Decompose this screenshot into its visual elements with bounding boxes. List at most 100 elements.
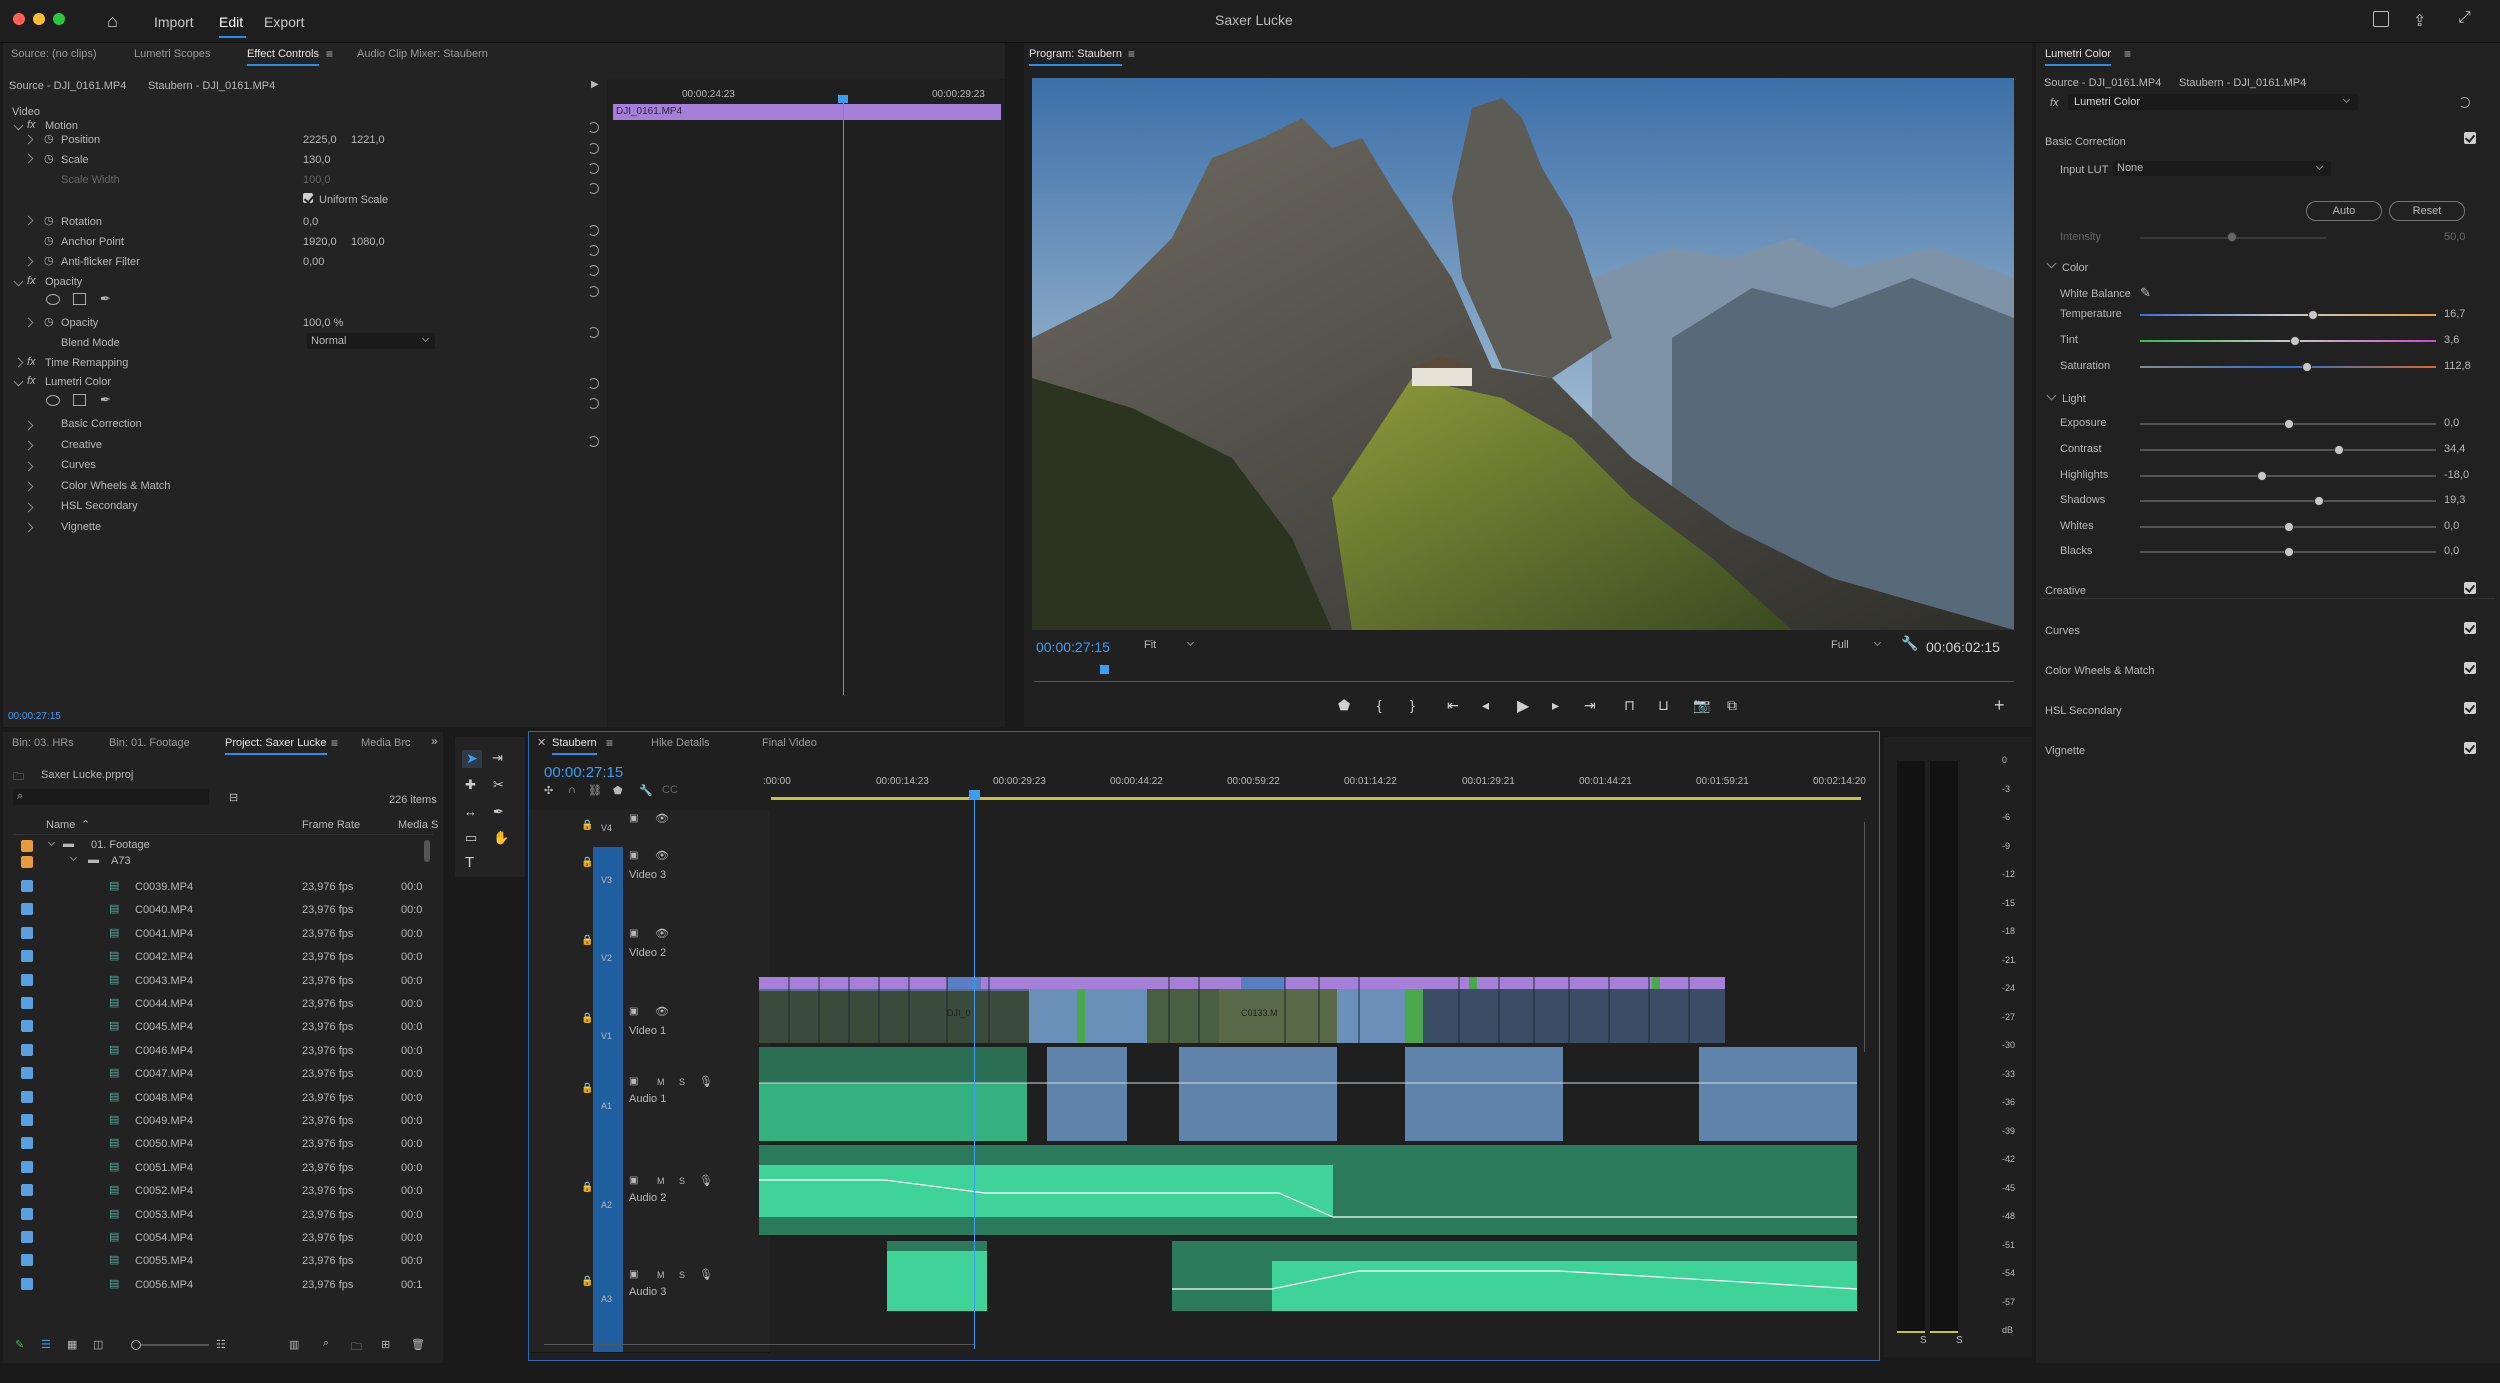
chevron-down-icon[interactable] [13, 376, 24, 387]
chevron-right-icon[interactable] [23, 522, 34, 533]
mute-button[interactable]: M [657, 1176, 665, 1186]
zoom-slider-knob[interactable] [131, 1340, 141, 1350]
ec-playhead[interactable] [843, 99, 844, 695]
chevron-right-icon[interactable] [23, 256, 34, 267]
track-header-a2[interactable]: 🔒 A2 ▣ M S 🎙 Audio 2 [529, 1172, 770, 1267]
close-window-button[interactable] [13, 13, 25, 25]
timeline-h-scroll[interactable] [544, 1344, 974, 1345]
list-item[interactable]: ▤ C0054.MP4 23,976 fps 00:0 [13, 1230, 433, 1248]
track-header-a3[interactable]: 🔒 A3 ▣ M S 🎙 Audio 3 [529, 1266, 770, 1353]
chevron-right-icon[interactable] [23, 481, 34, 492]
list-item[interactable]: ▤ C0053.MP4 23,976 fps 00:0 [13, 1207, 433, 1225]
list-item[interactable]: ▤ C0047.MP4 23,976 fps 00:0 [13, 1066, 433, 1084]
rectangle-mask-icon[interactable] [73, 293, 86, 305]
panel-menu-icon[interactable]: ≡ [1128, 47, 1135, 61]
slider-knob-temperature[interactable] [2307, 310, 2318, 320]
track-header-v3[interactable]: 🔒 V3 ▣ 👁 Video 3 [529, 847, 770, 926]
chevron-right-icon[interactable] [23, 215, 34, 226]
reset-icon[interactable] [588, 225, 599, 236]
export-frame-icon[interactable]: 📷 [1693, 697, 1710, 714]
slip-icon[interactable]: ↔ [464, 804, 477, 819]
eye-icon[interactable]: 👁 [655, 812, 669, 825]
list-item[interactable]: ▤ C0040.MP4 23,976 fps 00:0 [13, 902, 433, 920]
freeform-view-icon[interactable]: ◫ [93, 1338, 103, 1351]
solo-button[interactable]: S [679, 1077, 685, 1087]
reset-icon[interactable] [588, 436, 599, 447]
reset-icon[interactable] [588, 378, 599, 389]
mute-button[interactable]: M [657, 1077, 665, 1087]
slider-knob-saturation[interactable] [2301, 362, 2312, 372]
ec-position-x[interactable]: 2225,0 [303, 134, 337, 146]
ec-vignette[interactable]: Vignette [61, 521, 101, 533]
lumetri-hsl-secondary[interactable]: HSL Secondary [2045, 705, 2122, 717]
tab-lumetri-scopes[interactable]: Lumetri Scopes [134, 43, 210, 65]
track-target-v2[interactable] [593, 925, 623, 1003]
stopwatch-icon[interactable]: ◷ [44, 214, 54, 227]
list-item[interactable]: ▤ C0055.MP4 23,976 fps 00:0 [13, 1253, 433, 1271]
audio-track-icon[interactable]: ▣ [629, 1269, 638, 1280]
new-item-icon[interactable]: ⊞ [381, 1338, 390, 1351]
track-header-v2[interactable]: 🔒 V2 ▣ 👁 Video 2 [529, 925, 770, 1004]
reset-icon[interactable] [588, 286, 599, 297]
timeline-v-scroll[interactable] [1864, 822, 1865, 1052]
track-select-icon[interactable]: ⇥ [492, 750, 503, 766]
pen-tool-icon[interactable]: ✒ [493, 804, 504, 820]
slider-value-whites[interactable]: 0,0 [2444, 520, 2459, 532]
quick-export-icon[interactable] [2373, 11, 2389, 27]
extract-icon[interactable]: ⊔ [1658, 697, 1669, 714]
add-button-icon[interactable]: + [1994, 695, 2005, 716]
selection-tool-icon[interactable]: ➤ [462, 750, 482, 768]
project-scrollbar[interactable] [424, 840, 430, 862]
ec-anchor-y[interactable]: 1080,0 [351, 236, 385, 248]
lock-icon[interactable]: 🔒 [581, 1083, 593, 1094]
chevron-right-icon[interactable] [23, 153, 34, 164]
play-button-icon[interactable]: ▶ [1517, 696, 1529, 716]
slider-value-saturation[interactable]: 112,8 [2444, 360, 2471, 372]
ec-curves[interactable]: Curves [61, 459, 96, 471]
slider-knob-blacks[interactable] [2284, 547, 2294, 557]
list-item[interactable]: ▤ C0042.MP4 23,976 fps 00:0 [13, 949, 433, 967]
blend-mode-select[interactable]: Normal [307, 333, 435, 349]
tab-audio-clip-mixer[interactable]: Audio Clip Mixer: Staubern [357, 43, 488, 65]
solo-button[interactable]: S [679, 1176, 685, 1186]
chevron-right-icon[interactable] [23, 420, 34, 431]
ec-timecode[interactable]: 00:00:27:15 [8, 711, 61, 722]
list-item[interactable]: ▤ C0052.MP4 23,976 fps 00:0 [13, 1183, 433, 1201]
pen-mask-icon[interactable]: ✒ [100, 392, 111, 408]
type-tool-icon[interactable]: T [465, 854, 474, 871]
mark-out-icon[interactable]: } [1410, 697, 1415, 713]
razor-icon[interactable]: ✂ [493, 777, 504, 793]
list-item[interactable]: ▤ C0044.MP4 23,976 fps 00:0 [13, 996, 433, 1014]
zoom-slider[interactable] [131, 1344, 209, 1346]
list-item[interactable]: ▤ C0045.MP4 23,976 fps 00:0 [13, 1019, 433, 1037]
chevron-right-icon[interactable] [23, 317, 34, 328]
fullscreen-icon[interactable]: ⤢ [2458, 9, 2471, 27]
program-video-frame[interactable] [1032, 78, 2014, 630]
ec-basic-correction[interactable]: Basic Correction [61, 418, 142, 430]
tab-program[interactable]: Program: Staubern [1029, 43, 1122, 66]
curves-checkbox[interactable] [2464, 622, 2476, 634]
ec-motion[interactable]: Motion [45, 120, 78, 132]
light-section[interactable]: Light [2062, 393, 2086, 405]
slider-knob-tint[interactable] [2289, 336, 2300, 346]
track-target-a3[interactable] [593, 1266, 623, 1352]
slider-knob-exposure[interactable] [2284, 419, 2294, 429]
menu-edit[interactable]: Edit [219, 14, 243, 30]
reset-icon[interactable] [588, 265, 599, 276]
ec-color-wheels[interactable]: Color Wheels & Match [61, 480, 170, 492]
ec-clip-bar[interactable]: DJI_0161.MP4 [613, 104, 1001, 120]
go-to-out-icon[interactable]: ⇥ [1584, 697, 1596, 714]
home-icon[interactable]: ⌂ [107, 11, 118, 32]
slider-knob-contrast[interactable] [2334, 445, 2345, 455]
rectangle-mask-icon[interactable] [73, 394, 86, 406]
compare-icon[interactable]: ⧉ [1727, 697, 1737, 714]
list-view-icon[interactable]: ☰ [41, 1338, 51, 1351]
slider-track-temperature[interactable] [2140, 314, 2436, 316]
program-scrubber[interactable] [1034, 681, 2014, 682]
track-target-v3[interactable] [593, 847, 623, 925]
hand-tool-icon[interactable]: ✋ [493, 830, 509, 846]
rectangle-tool-icon[interactable]: ▭ [465, 830, 477, 846]
eye-icon[interactable]: 👁 [655, 1005, 669, 1018]
list-item[interactable]: ▤ C0048.MP4 23,976 fps 00:0 [13, 1090, 433, 1108]
microphone-icon[interactable]: 🎙 [699, 1268, 713, 1281]
